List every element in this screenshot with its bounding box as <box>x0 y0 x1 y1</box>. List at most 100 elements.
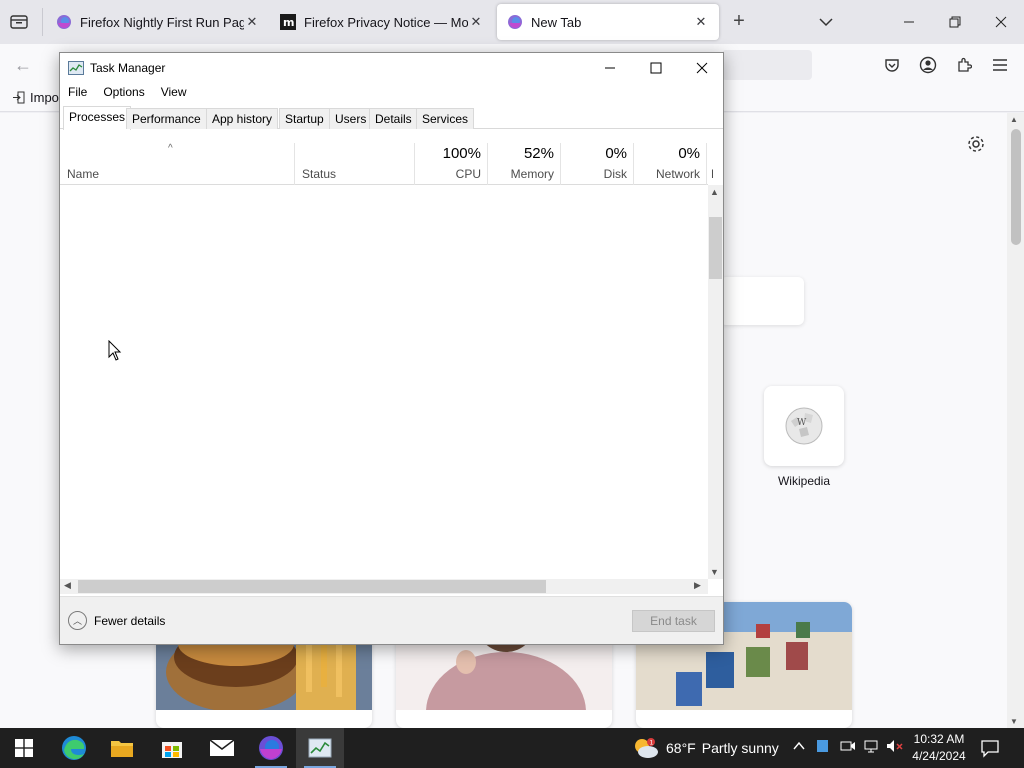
column-label: CPU <box>455 167 481 181</box>
column-cpu[interactable]: 100% CPU <box>415 143 488 185</box>
minimize-window-icon[interactable] <box>587 53 633 83</box>
hamburger-menu-icon[interactable] <box>990 55 1010 75</box>
import-bookmarks-button[interactable]: Impo <box>12 90 59 105</box>
file-explorer-icon[interactable] <box>98 728 146 768</box>
microsoft-store-icon[interactable] <box>148 728 196 768</box>
tab-startup[interactable]: Startup <box>279 108 330 129</box>
column-power[interactable]: P <box>707 143 713 185</box>
edge-browser-icon[interactable] <box>50 728 98 768</box>
column-network[interactable]: 0% Network <box>634 143 707 185</box>
gear-icon[interactable] <box>966 134 986 154</box>
scroll-up-arrow-icon[interactable]: ▲ <box>710 187 719 197</box>
tab-services[interactable]: Services <box>416 108 475 129</box>
process-list-vertical-scrollbar[interactable]: ▲ ▼ <box>708 185 723 579</box>
scrollbar-thumb[interactable] <box>1011 129 1021 245</box>
task-manager-taskbar-icon[interactable] <box>296 728 344 768</box>
tab-privacy-notice[interactable]: m Firefox Privacy Notice — Mozilla ✕ <box>270 4 494 40</box>
notifications-icon[interactable] <box>980 738 1000 758</box>
system-clock[interactable]: 10:32 AM 4/24/2024 <box>908 731 970 765</box>
menu-bar: File Options View <box>60 83 195 103</box>
column-disk[interactable]: 0% Disk <box>561 143 634 185</box>
app-tray-icon[interactable] <box>816 738 830 757</box>
memory-percent: 52% <box>523 145 554 162</box>
mozilla-m-icon: m <box>280 14 296 30</box>
firefox-view-icon[interactable] <box>8 12 30 32</box>
chevron-down-icon[interactable] <box>816 13 836 31</box>
cpu-percent: 100% <box>442 145 481 162</box>
weather-temp: 68°F <box>666 740 696 756</box>
svg-text:m: m <box>283 16 294 29</box>
page-scrollbar[interactable]: ▲ ▼ <box>1007 113 1024 728</box>
maximize-window-icon[interactable] <box>633 53 679 83</box>
meet-now-icon[interactable] <box>840 738 856 757</box>
scroll-down-arrow-icon[interactable]: ▼ <box>710 567 719 577</box>
menu-view[interactable]: View <box>153 83 195 103</box>
scroll-left-arrow-icon[interactable]: ◀ <box>64 580 71 591</box>
extensions-icon[interactable] <box>954 55 974 75</box>
import-label: Impo <box>30 90 59 105</box>
scroll-up-arrow-icon[interactable]: ▲ <box>1010 115 1018 124</box>
process-list-horizontal-scrollbar[interactable]: ◀ ▶ <box>60 579 708 594</box>
tab-details[interactable]: Details <box>369 108 418 129</box>
network-icon[interactable] <box>864 738 880 757</box>
task-manager-footer: ︿ Fewer details End task <box>60 596 723 644</box>
svg-text:1: 1 <box>650 740 654 747</box>
account-icon[interactable] <box>918 55 938 75</box>
column-label: Memory <box>510 167 554 181</box>
tab-title: Firefox Privacy Notice — Mozilla <box>304 14 468 30</box>
new-tab-plus-icon[interactable]: + <box>728 11 750 33</box>
restore-window-icon[interactable] <box>932 0 978 44</box>
column-label: Name <box>67 167 100 181</box>
scrollbar-thumb[interactable] <box>709 217 722 279</box>
window-title: Task Manager <box>90 61 166 75</box>
process-column-headers: ^ Name Status 100% CPU 52% Memory 0% Dis… <box>60 143 713 185</box>
tab-performance[interactable]: Performance <box>126 108 207 129</box>
pocket-icon[interactable] <box>882 55 902 75</box>
close-tab-icon[interactable]: ✕ <box>693 14 709 30</box>
column-status[interactable]: Status <box>295 143 415 185</box>
menu-file[interactable]: File <box>60 83 95 103</box>
scroll-down-arrow-icon[interactable]: ▼ <box>1010 717 1018 726</box>
sort-ascending-caret-icon: ^ <box>168 143 173 154</box>
column-memory[interactable]: 52% Memory <box>488 143 561 185</box>
close-tab-icon[interactable]: ✕ <box>244 14 260 30</box>
svg-text:W: W <box>797 418 807 428</box>
scroll-right-arrow-icon[interactable]: ▶ <box>694 580 701 591</box>
scrollbar-thumb[interactable] <box>78 580 546 593</box>
shortcut-wikipedia[interactable]: W <box>764 386 844 466</box>
chevron-up-icon[interactable] <box>792 739 806 756</box>
task-manager-window: Task Manager File Options View Processes… <box>59 52 724 645</box>
task-manager-titlebar[interactable]: Task Manager <box>60 53 723 83</box>
disk-percent: 0% <box>605 145 627 162</box>
close-tab-icon[interactable]: ✕ <box>468 14 484 30</box>
tab-users[interactable]: Users <box>329 108 373 129</box>
fewer-details-label: Fewer details <box>94 613 166 628</box>
tab-title: New Tab <box>531 14 582 30</box>
column-label: Network <box>655 167 700 181</box>
search-box[interactable] <box>720 277 804 325</box>
tab-separator <box>42 8 43 36</box>
tab-new-tab[interactable]: New Tab ✕ <box>497 4 719 40</box>
firefox-nightly-icon <box>57 15 71 29</box>
column-label: P <box>711 167 713 181</box>
column-name[interactable]: ^ Name <box>60 143 295 185</box>
fewer-details-button[interactable]: ︿ Fewer details <box>68 611 165 630</box>
minimize-window-icon[interactable] <box>886 0 932 44</box>
tab-title: Firefox Nightly First Run Page <box>80 14 244 30</box>
network-percent: 0% <box>678 145 700 162</box>
url-bar[interactable] <box>722 50 812 80</box>
windows-start-icon[interactable] <box>0 728 48 768</box>
tab-firefox-first-run[interactable]: Firefox Nightly First Run Page ✕ <box>46 4 270 40</box>
close-window-icon[interactable] <box>679 53 725 83</box>
firefox-nightly-taskbar-icon[interactable] <box>247 728 295 768</box>
tab-app-history[interactable]: App history <box>206 108 279 129</box>
back-arrow-icon[interactable]: ← <box>14 56 34 74</box>
end-task-button[interactable]: End task <box>632 610 715 632</box>
weather-widget[interactable]: 1 68°F Partly sunny <box>632 736 779 760</box>
volume-muted-icon[interactable] <box>886 738 904 757</box>
mail-icon[interactable] <box>198 728 246 768</box>
close-window-icon[interactable] <box>978 0 1024 44</box>
tab-processes[interactable]: Processes <box>63 106 132 130</box>
process-list[interactable] <box>60 185 708 579</box>
menu-options[interactable]: Options <box>95 83 152 103</box>
